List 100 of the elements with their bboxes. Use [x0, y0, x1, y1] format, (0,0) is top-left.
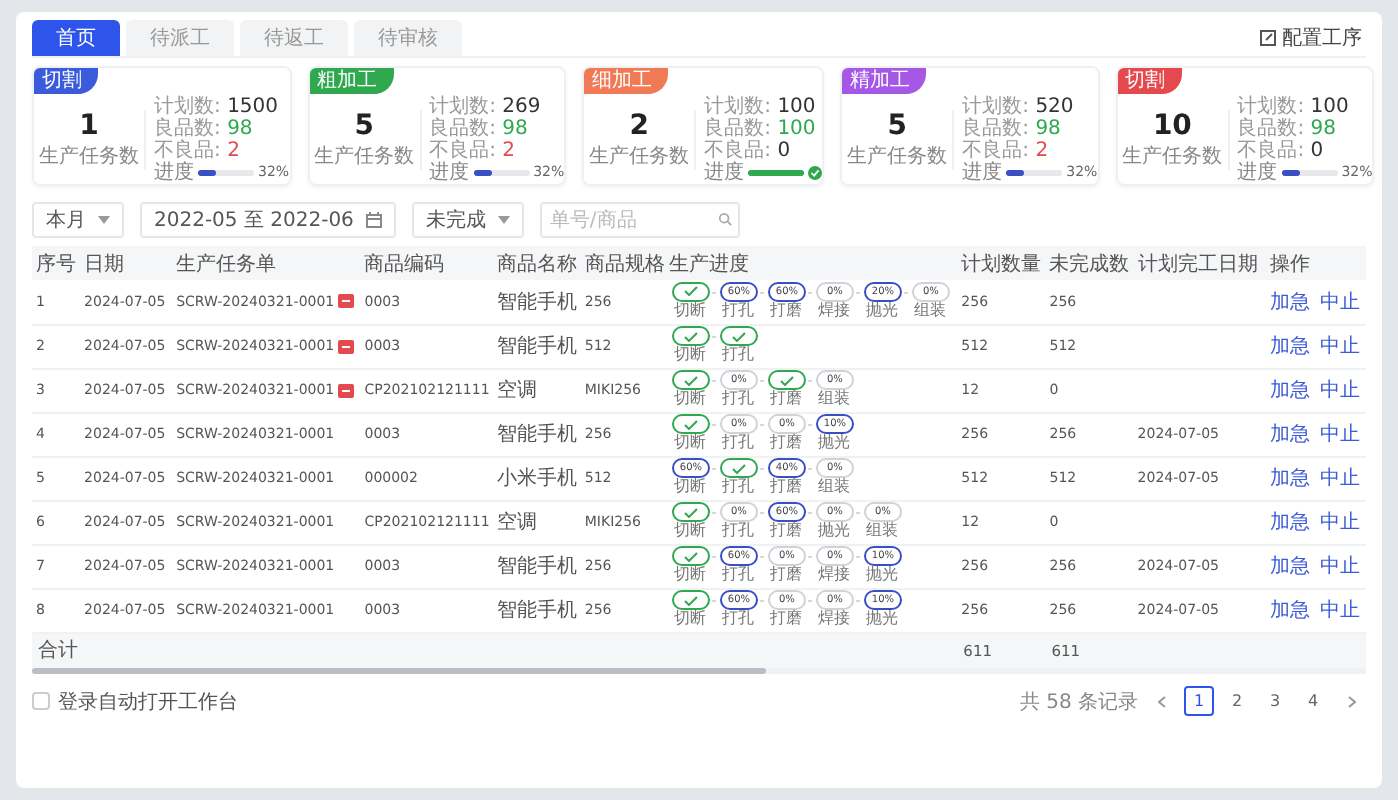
action-link[interactable]: 中止 — [1319, 380, 1360, 402]
step-label: 打磨 — [770, 392, 803, 408]
step-label: 组装 — [914, 303, 947, 320]
step-label: 抛光 — [818, 524, 851, 540]
step-label: 切断 — [674, 436, 707, 452]
check-icon — [779, 375, 794, 385]
step-label: 打孔 — [722, 348, 755, 364]
column-header: 计划数量 — [957, 246, 1046, 280]
action-link[interactable]: 加急 — [1269, 380, 1310, 402]
action-link[interactable]: 中止 — [1319, 424, 1360, 446]
step-label: 打孔 — [722, 568, 755, 584]
horizontal-scrollbar[interactable] — [32, 668, 1366, 674]
date-range-field[interactable]: 2022-05 至 2022-06 — [140, 202, 396, 238]
check-icon — [683, 419, 698, 429]
action-link[interactable]: 加急 — [1269, 600, 1310, 622]
defect-stat: 不良品: 0 — [704, 139, 793, 161]
step-label: 组装 — [866, 524, 899, 540]
action-link[interactable]: 中止 — [1319, 468, 1360, 490]
edit-icon — [1260, 30, 1276, 46]
step-label: 打磨 — [770, 524, 803, 540]
status-select[interactable]: 未完成 — [411, 202, 524, 238]
action-link[interactable]: 中止 — [1319, 291, 1360, 314]
count-label: 生产任务数 — [1122, 143, 1223, 169]
table-cell: 小米手机 — [492, 456, 581, 500]
plan-stat: 计划数: 520 — [962, 95, 1076, 117]
progress-bar — [1006, 169, 1063, 175]
progress-label: 进度 — [154, 161, 194, 183]
card-tag: 切割 — [1117, 68, 1182, 94]
card-tag: 粗加工 — [309, 68, 394, 94]
step-label: 抛光 — [866, 568, 899, 584]
action-link[interactable]: 中止 — [1319, 600, 1360, 622]
step-label: 打孔 — [722, 436, 755, 452]
step-label: 打磨 — [770, 612, 803, 628]
caret-icon — [497, 216, 510, 224]
page-button[interactable]: 1 — [1184, 686, 1214, 716]
progress-label: 进度 — [704, 161, 745, 183]
step-label: 切断 — [674, 568, 707, 584]
action-link[interactable]: 加急 — [1269, 512, 1310, 534]
checkbox[interactable] — [32, 692, 50, 710]
step-label: 抛光 — [818, 436, 851, 452]
step-label: 打孔 — [722, 303, 755, 320]
column-header: 操作 — [1265, 246, 1366, 280]
tab[interactable]: 首页 — [32, 20, 120, 56]
defect-stat: 不良品: 2 — [154, 139, 242, 161]
good-stat: 良品数: 98 — [154, 117, 255, 139]
count-label: 生产任务数 — [39, 143, 139, 169]
table-cell: 空调 — [492, 500, 581, 544]
search-field[interactable]: 单号/商品 — [539, 202, 740, 238]
step-label: 打孔 — [722, 480, 755, 496]
total-label: 合计 — [32, 632, 958, 668]
check-icon — [683, 331, 698, 341]
action-link[interactable]: 中止 — [1319, 556, 1360, 578]
action-link[interactable]: 加急 — [1269, 424, 1310, 446]
column-header: 计划完工日期 — [1133, 246, 1266, 280]
step-label: 焊接 — [818, 303, 851, 320]
check-icon — [683, 286, 698, 297]
checkbox-label: 登录自动打开工作台 — [58, 689, 238, 715]
check-icon — [683, 375, 698, 385]
action-link[interactable]: 加急 — [1269, 468, 1310, 490]
count-label: 生产任务数 — [589, 143, 690, 169]
step-label: 切断 — [674, 524, 707, 540]
table-cell: 智能手机 — [492, 588, 581, 632]
good-stat: 良品数: 98 — [1237, 117, 1338, 139]
check-icon — [731, 331, 746, 341]
table-cell: 智能手机 — [492, 324, 581, 368]
period-select[interactable]: 本月 — [32, 202, 124, 238]
calendar-icon — [365, 212, 382, 228]
progress-bar — [748, 169, 805, 175]
column-header: 日期 — [80, 246, 173, 280]
step-label: 打磨 — [770, 568, 803, 584]
column-header: 商品规格 — [580, 246, 665, 280]
step-label: 组装 — [818, 392, 851, 408]
step-label: 打孔 — [722, 392, 755, 408]
step-label: 焊接 — [818, 568, 851, 584]
plan-stat: 计划数: 100 — [704, 95, 818, 117]
column-header: 序号 — [32, 246, 81, 280]
plan-stat: 计划数: 1500 — [154, 95, 281, 117]
chevron-right-icon — [1347, 695, 1355, 707]
step-label: 打孔 — [722, 612, 755, 628]
defect-stat: 不良品: 2 — [429, 139, 517, 161]
progress-label: 进度 — [429, 161, 470, 183]
action-link[interactable]: 加急 — [1269, 556, 1310, 578]
action-link[interactable]: 加急 — [1269, 336, 1310, 358]
check-icon — [683, 551, 698, 561]
step-label: 打磨 — [770, 436, 803, 452]
step-label: 切断 — [674, 480, 707, 496]
table-cell: 智能手机 — [492, 280, 581, 324]
good-stat: 良品数: 98 — [962, 117, 1063, 139]
good-stat: 良品数: 98 — [429, 117, 530, 139]
step-label: 切断 — [674, 612, 707, 628]
action-link[interactable]: 加急 — [1269, 291, 1310, 314]
step-label: 切断 — [674, 348, 707, 364]
step-label: 切断 — [674, 392, 707, 408]
action-link[interactable]: 中止 — [1319, 512, 1360, 534]
action-link[interactable]: 中止 — [1319, 336, 1360, 358]
step-label: 焊接 — [818, 612, 851, 628]
config-button[interactable]: 配置工序 — [1256, 20, 1366, 56]
chevron-left-icon — [1157, 695, 1165, 707]
task-count: 10 — [1152, 109, 1192, 141]
step-label: 打磨 — [770, 303, 803, 320]
